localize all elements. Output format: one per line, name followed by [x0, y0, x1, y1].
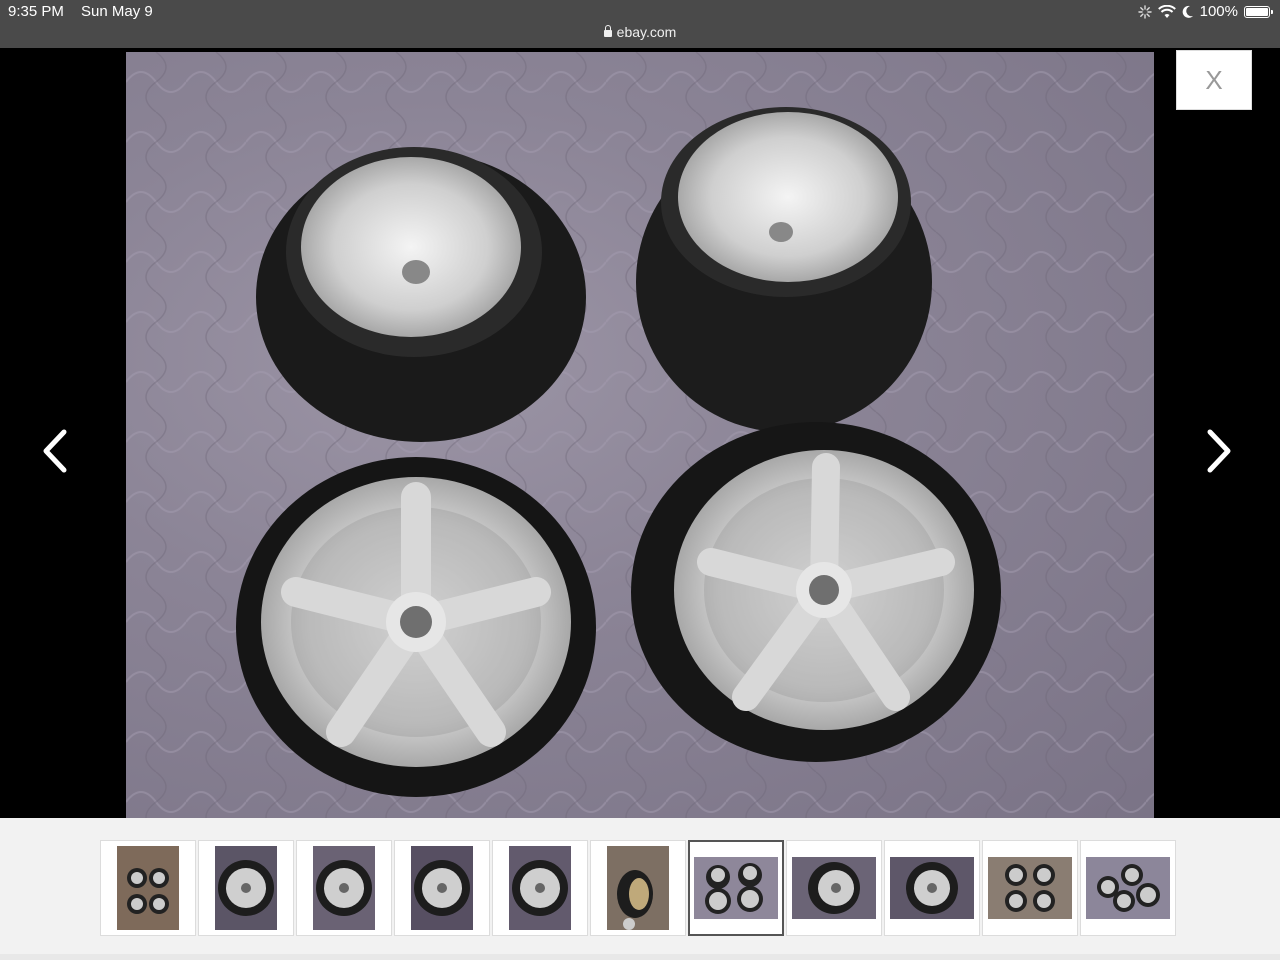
battery-icon	[1244, 5, 1273, 18]
thumbnail-image	[411, 846, 473, 930]
thumbnail-image	[215, 846, 277, 930]
status-date: Sun May 9	[81, 3, 153, 20]
url-bar[interactable]: ebay.com	[0, 24, 1280, 40]
thumbnail-image	[988, 857, 1072, 919]
thumbnail-image	[607, 846, 669, 930]
main-photo	[126, 52, 1154, 818]
thumbnail-2[interactable]	[198, 840, 294, 936]
thumbnail-8[interactable]	[786, 840, 882, 936]
close-button[interactable]: X	[1176, 50, 1252, 110]
wheel-front-left	[236, 457, 596, 797]
chevron-right-icon	[1207, 429, 1231, 473]
thumbnail-image	[117, 846, 179, 930]
thumbnail-5[interactable]	[492, 840, 588, 936]
status-indicators: 100%	[1137, 3, 1273, 20]
thumbnail-image	[509, 846, 571, 930]
thumbnail-image	[1086, 857, 1170, 919]
thumbnail-7-selected[interactable]	[688, 840, 784, 936]
next-image-button[interactable]	[1200, 426, 1236, 476]
chevron-left-icon	[43, 429, 67, 473]
wheel-back-right	[636, 107, 932, 432]
wifi-icon	[1157, 4, 1176, 18]
close-label: X	[1205, 64, 1223, 95]
thumbnail-9[interactable]	[884, 840, 980, 936]
url-text: ebay.com	[616, 24, 677, 40]
previous-image-button[interactable]	[38, 426, 74, 476]
moon-icon	[1182, 5, 1193, 18]
loading-icon	[1137, 4, 1152, 19]
thumbnail-image	[694, 857, 778, 919]
thumbnail-1[interactable]	[100, 840, 196, 936]
thumbnail-strip	[0, 818, 1280, 960]
thumbnail-4[interactable]	[394, 840, 490, 936]
wheel-front-right	[631, 422, 1001, 762]
image-viewer: X	[0, 48, 1280, 818]
thumbnail-10[interactable]	[982, 840, 1078, 936]
wheels-photo	[126, 52, 1154, 818]
thumbnail-image	[792, 857, 876, 919]
thumbnail-image	[890, 857, 974, 919]
lock-icon	[603, 25, 612, 37]
thumbnail-image	[313, 846, 375, 930]
page-content-peek	[0, 954, 1280, 960]
status-time: 9:35 PM	[8, 3, 64, 20]
status-bar: 9:35 PM Sun May 9 ebay.com 100%	[0, 0, 1280, 48]
battery-percent: 100%	[1199, 3, 1238, 20]
thumbnail-6[interactable]	[590, 840, 686, 936]
thumbnail-11[interactable]	[1080, 840, 1176, 936]
thumbnail-3[interactable]	[296, 840, 392, 936]
